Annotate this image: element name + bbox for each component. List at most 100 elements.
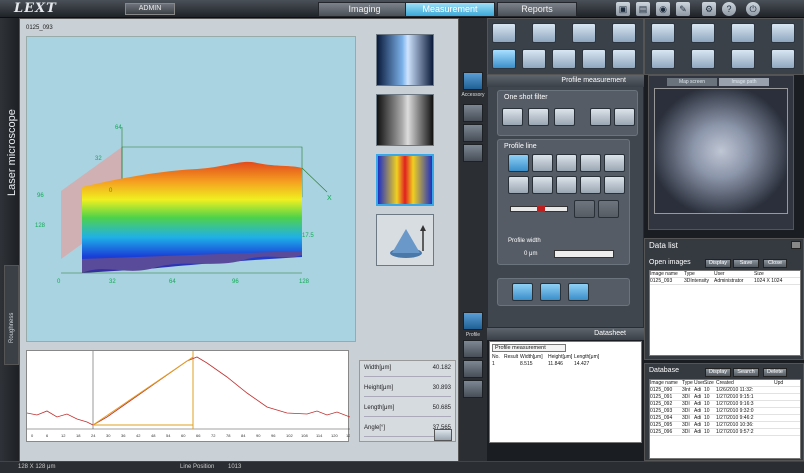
- ribbon-icon-6[interactable]: [522, 49, 546, 69]
- line-tool-10[interactable]: [604, 176, 625, 194]
- ribbon-right-icon-8[interactable]: [771, 49, 795, 69]
- ribbon-right-icon-1[interactable]: [651, 23, 675, 43]
- strip-tool-1[interactable]: [463, 104, 483, 122]
- save-button[interactable]: Save: [733, 259, 759, 268]
- line-tool-horizontal[interactable]: [508, 154, 529, 172]
- db-display-button[interactable]: Display: [705, 368, 731, 377]
- strip-tool-6[interactable]: [463, 380, 483, 398]
- tools-icon[interactable]: ✎: [676, 2, 690, 16]
- profile-axis-tick: 60: [181, 433, 186, 438]
- camera-icon[interactable]: ◉: [656, 2, 670, 16]
- thumb-intensity[interactable]: [376, 34, 434, 86]
- profile-axis-tick: 120: [331, 433, 338, 438]
- database-row[interactable]: 0125_090 3Int Adi 10 1/26/2010 11:32:: [650, 387, 800, 394]
- copy-results-button[interactable]: [434, 429, 452, 441]
- slope-tool-1[interactable]: [512, 283, 533, 301]
- line-tool-vertical[interactable]: [532, 154, 553, 172]
- ribbon-right-icon-2[interactable]: [691, 23, 715, 43]
- line-tool-8[interactable]: [556, 176, 577, 194]
- line-tool-12[interactable]: [598, 200, 619, 218]
- print-icon[interactable]: ▤: [636, 2, 650, 16]
- datasheet-select[interactable]: Profile measurement: [492, 344, 566, 352]
- map-image[interactable]: [654, 88, 788, 214]
- display-button[interactable]: Display: [705, 259, 731, 268]
- 3d-surface-graphic: 64 32 0 0 32 64 96 128 96 128 X 17.5: [35, 125, 332, 285]
- database-row[interactable]: 0125_094 3DI Adi 10 1/27/2010 9:46:2: [650, 415, 800, 422]
- power-icon[interactable]: ⏻: [746, 2, 760, 16]
- datasheet-row[interactable]: 1 8.515 11.846 14.427: [492, 361, 640, 367]
- ribbon-icon-9[interactable]: [612, 49, 636, 69]
- profile-axis-tick: 30: [106, 433, 111, 438]
- profile-axis-tick: 24: [91, 433, 96, 438]
- profile-width-slider[interactable]: [554, 250, 614, 258]
- filter-button-4[interactable]: [590, 108, 611, 126]
- profile-graphic: 0 6 12 18 24 30 36 42 48 54 60 66 72 78 84 90 96 102 108 11…: [26, 351, 353, 438]
- accessory-button[interactable]: [463, 72, 483, 90]
- slope-tool-3[interactable]: [568, 283, 589, 301]
- database-row[interactable]: 0125_092 3DI Adi 10 1/27/2010 9:16:3: [650, 401, 800, 408]
- profile-button[interactable]: [463, 312, 483, 330]
- ribbon-icon-profile[interactable]: [492, 49, 516, 69]
- filter-button-2[interactable]: [528, 108, 549, 126]
- filter-button-5[interactable]: [614, 108, 635, 126]
- strip-tool-2[interactable]: [463, 124, 483, 142]
- data-list-collapse-button[interactable]: [791, 241, 801, 249]
- line-tool-9[interactable]: [580, 176, 601, 194]
- open-images-row[interactable]: 0125_093 3DIntensity Administrator 1024 X 1…: [650, 278, 800, 285]
- profile-axis-tick: 0: [31, 433, 34, 438]
- line-tool-6[interactable]: [508, 176, 529, 194]
- ribbon-icon-8[interactable]: [582, 49, 606, 69]
- disk-icon[interactable]: ▣: [616, 2, 630, 16]
- map-tab-map-screen[interactable]: Map screen: [667, 78, 717, 86]
- database-row[interactable]: 0125_091 3DI Adi 10 1/27/2010 9:15:1: [650, 394, 800, 401]
- profile-graph[interactable]: 0 6 12 18 24 30 36 42 48 54 60 66 72 78 84 90 96 102 108 11…: [26, 350, 353, 442]
- strip-tool-4[interactable]: [463, 340, 483, 358]
- ribbon-right-icon-6[interactable]: [691, 49, 715, 69]
- tab-measurement[interactable]: Measurement: [405, 2, 495, 17]
- ribbon-icon-7[interactable]: [552, 49, 576, 69]
- ribbon-icon-4[interactable]: [612, 23, 636, 43]
- cone-icon: [390, 225, 426, 258]
- db-delete-button[interactable]: Delete: [763, 368, 787, 377]
- gear-icon[interactable]: ⚙: [702, 2, 716, 16]
- line-tool-free[interactable]: [556, 154, 577, 172]
- tab-imaging[interactable]: Imaging: [318, 2, 411, 17]
- strip-tool-3[interactable]: [463, 144, 483, 162]
- filter-button-1[interactable]: [502, 108, 523, 126]
- map-tab-image-path[interactable]: Image path: [719, 78, 769, 86]
- ribbon-icon-1[interactable]: [492, 23, 516, 43]
- help-icon[interactable]: ?: [722, 2, 736, 16]
- ribbon-icon-2[interactable]: [532, 23, 556, 43]
- line-tool-4[interactable]: [580, 154, 601, 172]
- x-tick: 128: [299, 279, 310, 285]
- thumb-height-color[interactable]: [376, 154, 434, 206]
- 3d-surface-view[interactable]: 64 32 0 0 32 64 96 128 96 128 X 17.5: [26, 36, 356, 342]
- database-row[interactable]: 0125_096 3DI Adi 10 1/27/2010 9:57:2: [650, 429, 800, 436]
- ribbon-icon-3[interactable]: [572, 23, 596, 43]
- profile-axis-tick: 6: [46, 433, 49, 438]
- line-tool-11[interactable]: [574, 200, 595, 218]
- database-row[interactable]: 0125_093 3DI Adi 10 1/27/2010 9:32:0: [650, 408, 800, 415]
- line-tool-5[interactable]: [604, 154, 625, 172]
- profile-axis-tick: 90: [256, 433, 261, 438]
- db-search-button[interactable]: Search: [733, 368, 759, 377]
- ribbon-right-icon-3[interactable]: [731, 23, 755, 43]
- thumb-3d-icon[interactable]: [376, 214, 434, 266]
- tab-reports[interactable]: Reports: [497, 2, 577, 17]
- ribbon-right-icon-7[interactable]: [731, 49, 755, 69]
- thumb-laser[interactable]: [376, 94, 434, 146]
- line-color-slider[interactable]: [510, 206, 568, 212]
- close-button[interactable]: Close: [763, 259, 787, 268]
- profile-axis-tick: 42: [136, 433, 141, 438]
- database-row[interactable]: 0125_095 3DI Adi 10 1/27/2010 10:36:: [650, 422, 800, 429]
- filter-button-3[interactable]: [554, 108, 575, 126]
- slope-tool-2[interactable]: [540, 283, 561, 301]
- datasheet-header: No. Result Width[μm] Height[μm] Length[μm]: [492, 354, 600, 360]
- line-tool-7[interactable]: [532, 176, 553, 194]
- open-images-table: Image name Type User Size 0125_093 3DIntensi…: [649, 270, 801, 356]
- ribbon-right-icon-5[interactable]: [651, 49, 675, 69]
- ribbon-right-icon-4[interactable]: [771, 23, 795, 43]
- user-badge[interactable]: ADMIN: [125, 3, 175, 15]
- strip-tool-5[interactable]: [463, 360, 483, 378]
- measure-row-length: Length[μm] 50.685: [364, 405, 451, 417]
